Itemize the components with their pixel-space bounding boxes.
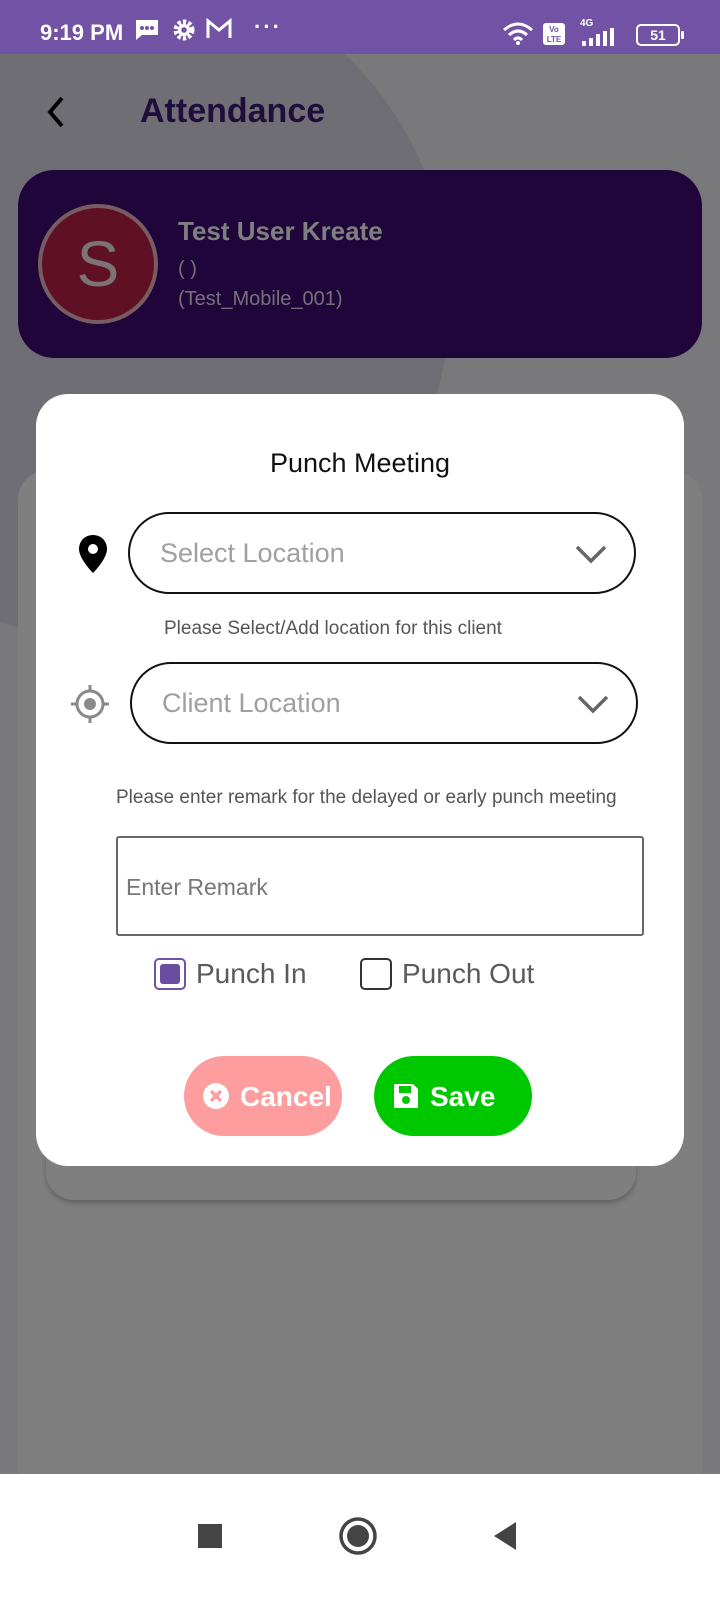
svg-text:Vo: Vo: [549, 25, 559, 34]
map-pin-icon: [79, 535, 107, 573]
punch-in-option[interactable]: Punch In: [154, 956, 334, 996]
chevron-down-icon: [577, 695, 609, 714]
dialog-title: Punch Meeting: [269, 448, 451, 478]
remark-hint: Please enter remark for the delayed or e…: [116, 787, 617, 808]
cancel-circle-icon: [203, 1083, 229, 1109]
cancel-button[interactable]: Cancel: [184, 1056, 342, 1136]
more-dots-icon: ···: [254, 14, 282, 39]
location-hint: Please Select/Add location for this clie…: [164, 618, 502, 639]
client-location-dropdown[interactable]: Client Location: [130, 662, 638, 744]
select-location-placeholder: Select Location: [160, 538, 345, 568]
punch-out-checkbox[interactable]: [360, 958, 392, 990]
message-icon: [136, 20, 158, 40]
cancel-label: Cancel: [240, 1081, 332, 1112]
remark-placeholder: Enter Remark: [126, 874, 268, 900]
client-location-placeholder: Client Location: [162, 688, 341, 718]
punch-in-checkbox[interactable]: [154, 958, 186, 990]
battery-indicator: 51: [636, 24, 684, 46]
punch-out-label: Punch Out: [402, 958, 535, 989]
navigation-bar: [0, 1474, 720, 1600]
select-location-dropdown[interactable]: Select Location: [128, 512, 636, 594]
wifi-icon: [503, 22, 533, 45]
crosshair-icon: [71, 685, 109, 723]
svg-text:LTE: LTE: [547, 35, 562, 44]
signal-4g-icon: [582, 28, 614, 46]
chevron-down-icon: [575, 545, 607, 564]
status-bar: 9:19 PM ··· Vo LTE 4G 51: [0, 0, 720, 54]
gmail-icon: [206, 18, 232, 38]
status-time: 9:19 PM: [40, 20, 124, 45]
punch-out-option[interactable]: Punch Out: [360, 956, 560, 996]
floppy-disk-icon: [394, 1084, 418, 1108]
back-triangle-icon[interactable]: [484, 1514, 528, 1558]
remark-input[interactable]: Enter Remark: [116, 836, 644, 936]
save-button[interactable]: Save: [374, 1056, 532, 1136]
punch-meeting-dialog: Punch Meeting Select Location Please Sel…: [36, 394, 684, 1166]
screen: 9:19 PM ··· Vo LTE 4G 51 Punch Meeting S…: [0, 0, 720, 1600]
gear-icon: [173, 19, 195, 41]
home-circle-icon[interactable]: [336, 1514, 380, 1558]
recents-square-icon[interactable]: [188, 1514, 232, 1558]
save-label: Save: [430, 1081, 496, 1112]
volte-icon: Vo LTE: [543, 23, 565, 45]
punch-in-label: Punch In: [196, 958, 307, 989]
